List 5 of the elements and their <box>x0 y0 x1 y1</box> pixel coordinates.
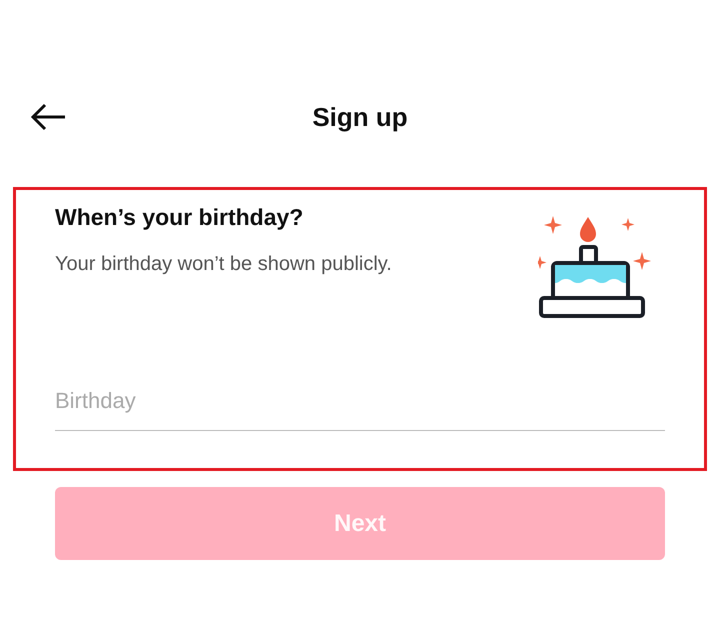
section-subtitle: Your birthday won’t be shown publicly. <box>55 253 393 276</box>
page-title: Sign up <box>312 102 408 132</box>
section-heading: When’s your birthday? <box>55 204 304 231</box>
back-arrow-icon[interactable] <box>30 103 66 131</box>
birthday-field[interactable]: Birthday <box>55 380 665 431</box>
